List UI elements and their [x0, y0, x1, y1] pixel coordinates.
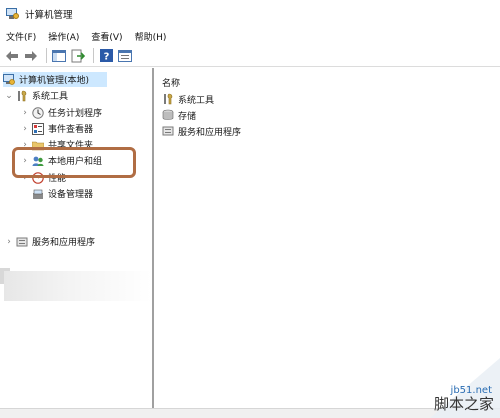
tree-item-root[interactable]: 计算机管理(本地) — [3, 72, 107, 87]
highlight-annotation — [12, 147, 136, 178]
show-hide-tree-icon[interactable] — [51, 48, 67, 64]
watermark: jb51.net 脚本之家 — [400, 358, 500, 418]
svg-text:?: ? — [103, 52, 109, 63]
computer-management-icon — [6, 7, 19, 20]
toolbar-separator — [93, 48, 94, 63]
device-manager-icon — [32, 188, 44, 200]
clock-icon — [32, 106, 44, 119]
column-header-name[interactable]: 名称 — [162, 76, 180, 89]
services-icon — [162, 125, 174, 137]
storage-icon — [162, 109, 174, 121]
list-item-storage[interactable]: 存储 — [162, 108, 196, 122]
properties-icon[interactable] — [117, 48, 133, 64]
export-list-icon[interactable] — [70, 48, 86, 64]
chevron-down-icon[interactable]: ⌄ — [4, 91, 14, 101]
menu-file[interactable]: 文件(F) — [6, 30, 36, 43]
tree-label: 事件查看器 — [48, 125, 94, 135]
back-icon[interactable] — [4, 48, 20, 64]
tree-label: 设备管理器 — [48, 190, 94, 200]
menu-help[interactable]: 帮助(H) — [135, 30, 167, 43]
tree-label: 任务计划程序 — [48, 109, 103, 119]
tree-item-system-tools[interactable]: ⌄ 系统工具 — [4, 88, 68, 103]
toolbar: ? — [0, 45, 500, 67]
chevron-right-icon[interactable]: › — [20, 108, 30, 118]
chevron-right-icon[interactable]: › — [20, 124, 30, 134]
list-item-label: 存储 — [178, 111, 197, 122]
blurred-region — [4, 271, 152, 301]
list-item-label: 系统工具 — [178, 95, 215, 106]
help-icon[interactable]: ? — [98, 48, 114, 64]
tree-label: 计算机管理(本地) — [19, 76, 90, 86]
tree-item-event-viewer[interactable]: › 事件查看器 — [20, 121, 93, 136]
tree-item-services-apps[interactable]: › 服务和应用程序 — [4, 234, 95, 249]
tools-icon — [16, 90, 28, 102]
list-item-label: 服务和应用程序 — [178, 127, 242, 138]
window-title: 计算机管理 — [25, 9, 73, 21]
menu-action[interactable]: 操作(A) — [48, 30, 79, 43]
services-icon — [16, 236, 28, 248]
tree-item-device-manager[interactable]: 设备管理器 — [32, 186, 93, 201]
tree-item-task-scheduler[interactable]: › 任务计划程序 — [20, 105, 102, 120]
tree-label: 服务和应用程序 — [32, 238, 96, 248]
navigation-tree: 计算机管理(本地) ⌄ 系统工具 › 任务计划程序 › 事件查看器 › 共享文件… — [0, 68, 154, 410]
watermark-text: 脚本之家 — [433, 395, 494, 413]
computer-management-icon — [3, 73, 15, 86]
title-bar: 计算机管理 — [0, 0, 500, 27]
list-item-services-apps[interactable]: 服务和应用程序 — [162, 124, 241, 138]
forward-icon[interactable] — [23, 48, 39, 64]
list-item-system-tools[interactable]: 系统工具 — [162, 92, 214, 106]
event-viewer-icon — [32, 122, 44, 135]
toolbar-separator — [46, 48, 47, 63]
menu-bar: 文件(F) 操作(A) 查看(V) 帮助(H) — [0, 27, 500, 45]
tree-label: 系统工具 — [32, 92, 69, 102]
menu-view[interactable]: 查看(V) — [91, 30, 122, 43]
tools-icon — [162, 93, 174, 105]
chevron-right-icon[interactable]: › — [4, 237, 14, 247]
